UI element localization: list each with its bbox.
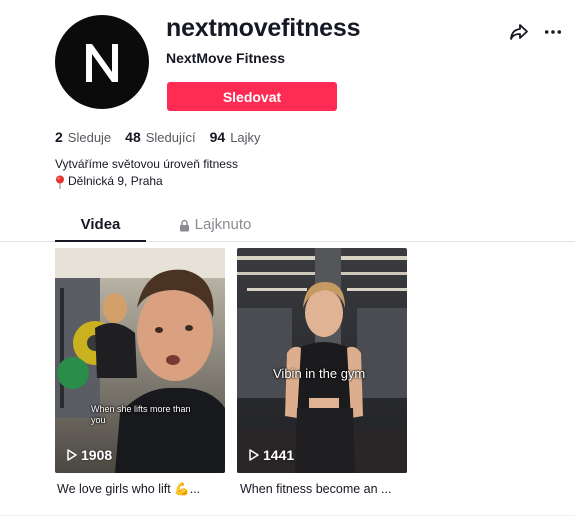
avatar-logo (86, 44, 118, 82)
play-count: 1441 (249, 447, 294, 463)
stat-followers[interactable]: 48 Sledující (125, 129, 195, 145)
play-count-value: 1441 (263, 447, 295, 463)
lock-icon (179, 219, 189, 232)
profile-avatar[interactable] (55, 15, 149, 109)
share-arrow-icon[interactable] (509, 22, 529, 42)
pin-icon (56, 175, 64, 189)
play-icon (67, 449, 77, 461)
stat-label: Sledující (145, 130, 196, 145)
video-caption[interactable]: We love girls who lift 💪... (57, 482, 232, 497)
video-card[interactable]: Vibin in the gym 1441 (237, 248, 407, 473)
play-count: 1908 (67, 447, 112, 463)
stat-label: Lajky (230, 130, 261, 145)
display-name: NextMove Fitness (166, 50, 286, 66)
video-overlay-text: Vibin in the gym (273, 366, 366, 381)
profile-stats: 2 Sleduje 48 Sledující 94 Lajky (55, 129, 261, 145)
more-horizontal-icon[interactable] (543, 22, 563, 42)
video-thumbnail (237, 248, 407, 473)
stat-value: 2 (55, 129, 63, 145)
tab-liked[interactable]: Lajknuto (160, 211, 270, 242)
stat-label: Sleduje (67, 130, 112, 145)
profile-bio: Vytváříme světovou úroveň fitness Dělnic… (55, 156, 238, 190)
video-overlay-text: When she lifts more than you (91, 404, 191, 425)
play-count-value: 1908 (81, 447, 113, 463)
username: nextmovefitness (166, 14, 361, 42)
follow-button[interactable]: Sledovat (167, 82, 337, 111)
tab-videos[interactable]: Videa (55, 211, 146, 242)
divider (0, 515, 575, 516)
video-caption[interactable]: When fitness become an ... (240, 482, 415, 496)
video-card[interactable]: When she lifts more than you 1908 (55, 248, 225, 473)
bio-location: Dělnická 9, Praha (55, 173, 238, 190)
tab-label: Videa (80, 216, 121, 233)
location-text: Dělnická 9, Praha (68, 174, 163, 188)
play-icon (249, 449, 259, 461)
stat-likes: 94 Lajky (210, 129, 261, 145)
stat-value: 48 (125, 129, 141, 145)
stat-following[interactable]: 2 Sleduje (55, 129, 111, 145)
tab-label: Lajknuto (194, 216, 252, 233)
stat-value: 94 (209, 129, 226, 145)
profile-tabs: Videa Lajknuto (0, 211, 575, 242)
video-thumbnail (55, 248, 225, 473)
bio-text: Vytváříme světovou úroveň fitness (55, 157, 238, 171)
